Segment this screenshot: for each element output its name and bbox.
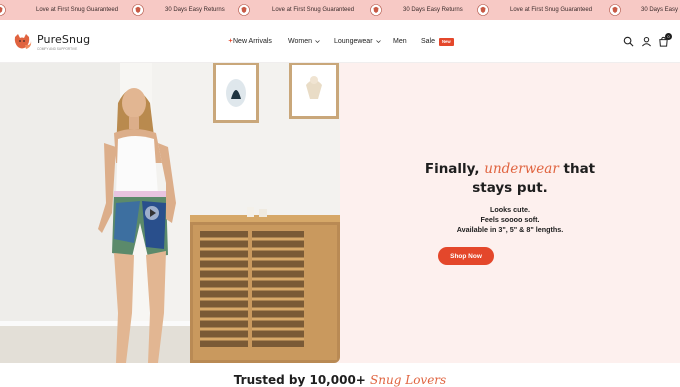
headline-pre: Finally,	[424, 161, 480, 177]
account-icon[interactable]	[641, 36, 652, 47]
hero-headline-line1: Finally, underwear that	[340, 161, 680, 177]
headline-em: underwear	[484, 161, 559, 177]
fox-badge-icon	[370, 4, 382, 16]
nav-label: Loungewear	[334, 38, 373, 45]
announcement-item: 30 Days Easy Returns	[403, 7, 463, 13]
trusted-em: Snug Lovers	[370, 373, 447, 387]
announcement-item: Love at First Snug Guaranteed	[36, 7, 119, 13]
fox-badge-icon	[132, 4, 144, 16]
search-icon[interactable]	[623, 36, 634, 47]
fox-badge-icon	[238, 4, 250, 16]
hero-section: Finally, underwear that stays put. Looks…	[0, 63, 680, 363]
hero-headline-line2: stays put.	[472, 180, 548, 196]
announcement-bar: Love at First Snug Guaranteed 30 Days Ea…	[0, 0, 680, 20]
fox-logo-icon	[14, 34, 32, 49]
hero-subline: Looks cute.	[490, 205, 530, 214]
nav-men[interactable]: Men	[393, 20, 407, 63]
logo[interactable]: PureSnug COMFY AND SUPPORTIVE	[11, 30, 91, 54]
logo-name: PureSnug	[37, 33, 91, 46]
nav-new-arrivals[interactable]: New Arrivals	[233, 20, 272, 63]
site-header: PureSnug COMFY AND SUPPORTIVE New Arriva…	[0, 20, 680, 63]
nav-loungewear[interactable]: Loungewear	[334, 20, 381, 63]
chevron-down-icon	[315, 40, 320, 43]
hero-subline: Feels soooo soft.	[480, 215, 540, 224]
nav-label: Women	[288, 38, 312, 45]
fox-badge-icon	[609, 4, 621, 16]
nav-women[interactable]: Women	[288, 20, 320, 63]
logo-tagline: COMFY AND SUPPORTIVE	[37, 47, 78, 51]
nav-label: New Arrivals	[233, 38, 272, 45]
chevron-down-icon	[375, 40, 381, 43]
nav-label: Men	[393, 38, 407, 45]
hero-copy: Finally, underwear that stays put. Looks…	[340, 63, 680, 363]
hero-subline: Available in 3", 5" & 8" lengths.	[456, 225, 564, 234]
cart-count-badge: 0	[665, 33, 672, 40]
announcement-item: Love at First Snug Guaranteed	[510, 7, 593, 13]
fox-badge-icon	[0, 4, 6, 16]
nav-label: Sale	[421, 38, 436, 45]
hero-video[interactable]	[0, 63, 340, 363]
announcement-item: Love at First Snug Guaranteed	[272, 7, 355, 13]
trusted-heading: Trusted by 10,000+ Snug Lovers	[0, 373, 680, 387]
play-icon	[145, 206, 159, 220]
announcement-item: 30 Days Easy Returns	[641, 7, 680, 13]
nav-sale[interactable]: Sale New	[421, 20, 454, 63]
announcement-item: 30 Days Easy Returns	[165, 7, 225, 13]
trusted-pre: Trusted by 10,000+	[233, 373, 366, 387]
new-badge: New	[439, 37, 454, 46]
shop-now-button[interactable]: Shop Now	[438, 247, 494, 265]
headline-post: that	[563, 161, 596, 177]
fox-badge-icon	[477, 4, 489, 16]
